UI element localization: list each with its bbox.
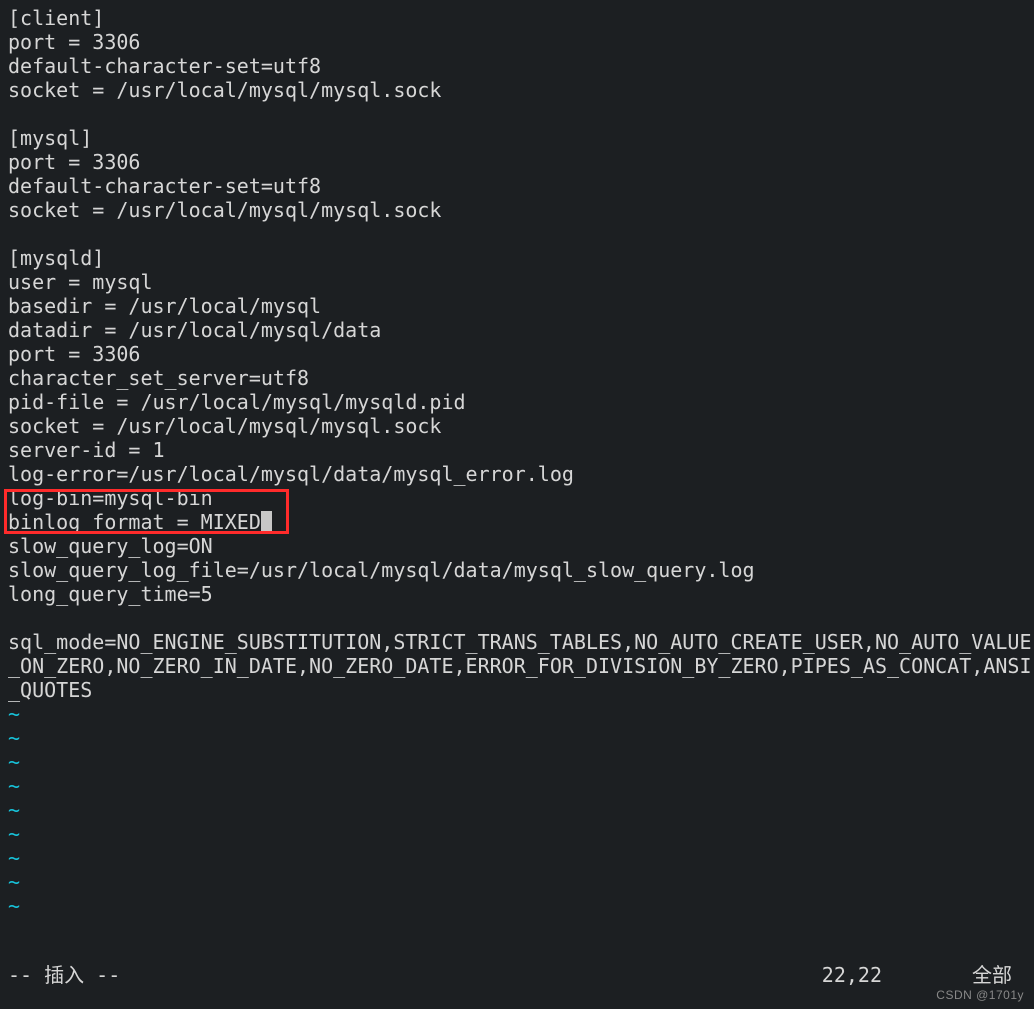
file-line: default-character-set=utf8 — [8, 174, 1026, 198]
vim-empty-line-tilde: ~ — [8, 750, 1026, 774]
file-line: _QUOTES — [8, 678, 1026, 702]
text-cursor — [261, 511, 272, 533]
file-line: server-id = 1 — [8, 438, 1026, 462]
file-line: [mysql] — [8, 126, 1026, 150]
file-line: [mysqld] — [8, 246, 1026, 270]
file-line — [8, 606, 1026, 630]
file-line: datadir = /usr/local/mysql/data — [8, 318, 1026, 342]
file-line: port = 3306 — [8, 342, 1026, 366]
vim-empty-line-tilde: ~ — [8, 726, 1026, 750]
file-line: default-character-set=utf8 — [8, 54, 1026, 78]
file-line: socket = /usr/local/mysql/mysql.sock — [8, 414, 1026, 438]
file-line: log-bin=mysql-bin — [8, 486, 1026, 510]
file-line: log-error=/usr/local/mysql/data/mysql_er… — [8, 462, 1026, 486]
file-line: sql_mode=NO_ENGINE_SUBSTITUTION,STRICT_T… — [8, 630, 1026, 654]
vim-status-bar: -- 插入 -- 22,22 全部 — [0, 963, 1034, 987]
file-line: slow_query_log_file=/usr/local/mysql/dat… — [8, 558, 1026, 582]
watermark-text: CSDN @1701y — [936, 983, 1024, 1007]
vim-empty-line-tilde: ~ — [8, 774, 1026, 798]
file-line: socket = /usr/local/mysql/mysql.sock — [8, 198, 1026, 222]
file-line: port = 3306 — [8, 150, 1026, 174]
file-line: port = 3306 — [8, 30, 1026, 54]
file-line: [client] — [8, 6, 1026, 30]
vim-mode-indicator: -- 插入 -- — [8, 963, 120, 987]
file-line: slow_query_log=ON — [8, 534, 1026, 558]
file-line: user = mysql — [8, 270, 1026, 294]
vim-empty-line-tilde: ~ — [8, 870, 1026, 894]
vim-empty-line-tilde: ~ — [8, 846, 1026, 870]
file-line: binlog_format = MIXED — [8, 510, 1026, 534]
vim-empty-line-tilde: ~ — [8, 822, 1026, 846]
file-line: pid-file = /usr/local/mysql/mysqld.pid — [8, 390, 1026, 414]
file-line: _ON_ZERO,NO_ZERO_IN_DATE,NO_ZERO_DATE,ER… — [8, 654, 1026, 678]
file-line: socket = /usr/local/mysql/mysql.sock — [8, 78, 1026, 102]
file-line: basedir = /usr/local/mysql — [8, 294, 1026, 318]
editor-viewport[interactable]: [client]port = 3306default-character-set… — [0, 0, 1034, 918]
file-line: long_query_time=5 — [8, 582, 1026, 606]
vim-empty-line-tilde: ~ — [8, 702, 1026, 726]
file-line — [8, 222, 1026, 246]
file-line: character_set_server=utf8 — [8, 366, 1026, 390]
vim-empty-line-tilde: ~ — [8, 894, 1026, 918]
vim-empty-line-tilde: ~ — [8, 798, 1026, 822]
file-line — [8, 102, 1026, 126]
